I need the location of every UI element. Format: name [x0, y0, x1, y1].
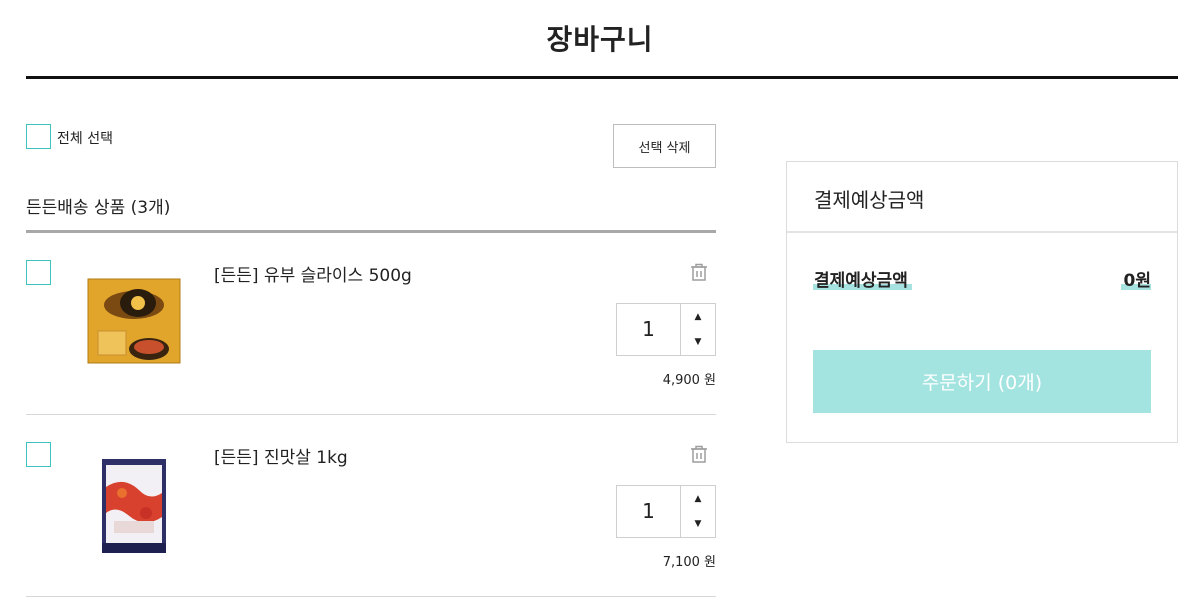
page-title: 장바구니	[546, 23, 654, 56]
group-title: 든든배송 상품 (3개)	[26, 198, 171, 218]
delete-selected-button[interactable]: 선택 삭제	[613, 124, 716, 168]
item-price: 4,900 원	[662, 373, 716, 388]
quantity-stepper: 1 ▲ ▼	[616, 485, 716, 538]
quantity-decrease-button[interactable]: ▼	[680, 329, 715, 355]
caret-up-icon: ▲	[694, 493, 702, 504]
quantity-stepper: 1 ▲ ▼	[616, 303, 716, 356]
item-name[interactable]: [든든] 유부 슬라이스 500g	[214, 261, 412, 286]
quantity-value[interactable]: 1	[617, 486, 680, 537]
item-divider	[26, 596, 716, 597]
product-yubu-package-icon	[84, 275, 184, 375]
summary-divider	[787, 231, 1177, 233]
caret-up-icon: ▲	[694, 311, 702, 322]
item-checkbox[interactable]	[26, 442, 51, 467]
summary-header: 결제예상금액	[814, 188, 925, 212]
title-divider	[26, 76, 1178, 79]
item-price: 7,100 원	[662, 555, 716, 570]
cart-item: [든든] 유부 슬라이스 500g 1 ▲ ▼ 4,900 원	[26, 233, 716, 415]
quantity-increase-button[interactable]: ▲	[680, 486, 715, 512]
item-checkbox[interactable]	[26, 260, 51, 285]
trash-icon[interactable]	[688, 261, 710, 283]
cart-item: [든든] 진맛살 1kg 1 ▲ ▼ 7,100 원	[26, 415, 716, 597]
order-button[interactable]: 주문하기 (0개)	[813, 350, 1151, 413]
trash-icon[interactable]	[688, 443, 710, 465]
quantity-value[interactable]: 1	[617, 304, 680, 355]
select-all-checkbox[interactable]	[26, 124, 51, 149]
summary-amount: 0원	[1123, 271, 1151, 291]
product-crabstick-package-icon	[84, 457, 184, 557]
item-name[interactable]: [든든] 진맛살 1kg	[214, 443, 348, 468]
caret-down-icon: ▼	[694, 337, 702, 347]
select-all-label: 전체 선택	[57, 131, 113, 147]
quantity-increase-button[interactable]: ▲	[680, 304, 715, 330]
quantity-decrease-button[interactable]: ▼	[680, 511, 715, 537]
summary-label: 결제예상금액	[814, 271, 908, 291]
caret-down-icon: ▼	[694, 519, 702, 529]
order-summary-panel: 결제예상금액 결제예상금액 0원 주문하기 (0개)	[786, 161, 1178, 443]
